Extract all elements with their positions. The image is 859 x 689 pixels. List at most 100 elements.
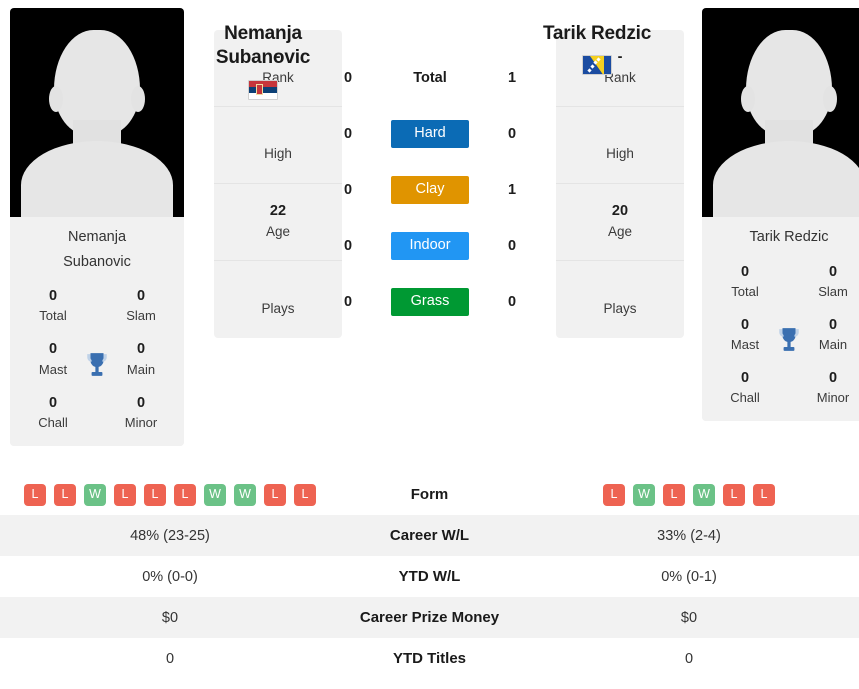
avatar-ear-left-icon (741, 86, 755, 112)
form-badge-l[interactable]: L (24, 483, 46, 506)
titles-row: 0 Chall 0 Minor (702, 368, 859, 407)
surface-left-count: 0 (343, 238, 353, 254)
info-value: 22 (269, 203, 287, 220)
career-prize-money-right: $0 (680, 609, 698, 626)
info-label: Plays (603, 300, 637, 316)
title-stat-label: Chall (38, 414, 68, 430)
form-badge-l[interactable]: L (264, 483, 286, 506)
surface-badge-indoor[interactable]: Indoor (391, 232, 469, 260)
player-card-left[interactable]: Nemanja Subanovic 0 Total 0 Slam 0 Mast … (10, 8, 184, 446)
career-prize-money-left: $0 (161, 609, 179, 626)
info-cell-plays: Plays (556, 261, 684, 338)
player-card-right[interactable]: Tarik Redzic 0 Total 0 Slam 0 Mast 0 Mai… (702, 8, 859, 422)
form-badge-l[interactable]: L (114, 483, 136, 506)
row-label-ytd-wl: YTD W/L (398, 568, 461, 585)
info-cell-high: High (556, 107, 684, 184)
surface-left-count: 0 (343, 294, 353, 310)
surface-right-count: 0 (507, 294, 517, 310)
surface-row-indoor: 0 Indoor 0 (335, 218, 525, 274)
title-stat-value: 0 (828, 316, 838, 333)
title-stat-value: 0 (740, 263, 750, 280)
info-label: High (606, 146, 634, 162)
title-stat-value: 0 (740, 370, 750, 387)
info-cell-age: 20 Age (556, 184, 684, 261)
ytd-titles-left: 0 (165, 650, 175, 667)
form-badge-l[interactable]: L (144, 483, 166, 506)
info-value (560, 126, 680, 143)
surface-badge-grass[interactable]: Grass (391, 288, 469, 316)
surface-titles-column: 0 Total 1 0 Hard 0 0 Clay 1 0 Indoor 0 0… (335, 50, 525, 330)
title-stat: 0 Minor (110, 393, 172, 432)
form-badge-w[interactable]: W (204, 483, 226, 506)
form-badge-w[interactable]: W (693, 483, 715, 506)
form-badge-l[interactable]: L (294, 483, 316, 506)
title-stat-label: Mast (38, 361, 68, 377)
surface-left-count: 0 (343, 70, 353, 86)
form-badge-l[interactable]: L (603, 483, 625, 506)
info-value (560, 281, 680, 298)
surface-right-count: 1 (507, 182, 517, 198)
ytd-titles-right: 0 (684, 650, 694, 667)
title-stat: 0 Slam (110, 286, 172, 325)
player-info-panel-right: - Rank High 20 Age Plays (556, 30, 684, 338)
ytd-wl-right: 0% (0-1) (661, 568, 717, 585)
surface-left-count: 0 (343, 182, 353, 198)
career-wl-right: 33% (2-4) (657, 527, 721, 544)
comparison-table: LLWLLLWWLL Form LWLWLL 48% (23-25) Caree… (0, 474, 859, 679)
avatar-shoulders-icon (21, 141, 173, 217)
trophy-icon (87, 353, 107, 376)
title-stat-value: 0 (136, 288, 146, 305)
title-stat: 0 Total (714, 262, 776, 301)
form-badge-w[interactable]: W (633, 483, 655, 506)
form-badge-l[interactable]: L (753, 483, 775, 506)
title-stat-value: 0 (48, 394, 58, 411)
table-row-career-wl: 48% (23-25) Career W/L 33% (2-4) (0, 515, 859, 556)
title-stat: 0 Main (110, 339, 172, 378)
surface-badge-hard[interactable]: Hard (391, 120, 469, 148)
form-badge-l[interactable]: L (723, 483, 745, 506)
info-label: Age (265, 223, 291, 239)
surface-row-hard: 0 Hard 0 (335, 106, 525, 162)
info-label: Age (607, 223, 633, 239)
table-row-form: LLWLLLWWLL Form LWLWLL (0, 474, 859, 515)
title-stat-value: 0 (828, 370, 838, 387)
table-row-ytd-wl: 0% (0-0) YTD W/L 0% (0-1) (0, 556, 859, 597)
title-stat-value: 0 (740, 316, 750, 333)
surface-badge-clay[interactable]: Clay (391, 176, 469, 204)
form-badge-w[interactable]: W (84, 483, 106, 506)
photo-caption-line1: Tarik Redzic (749, 229, 829, 245)
form-badge-l[interactable]: L (663, 483, 685, 506)
title-stat-label: Slam (818, 283, 848, 299)
player-name-header-right: Tarik Redzic (522, 22, 672, 76)
form-badge-l[interactable]: L (174, 483, 196, 506)
form-cell-left: LLWLLLWWLL (0, 474, 340, 515)
title-stat-value: 0 (828, 263, 838, 280)
avatar-ear-right-icon (131, 86, 145, 112)
trophy-icon (779, 328, 799, 352)
title-stat: 0 Chall (714, 368, 776, 407)
form-cell-right: LWLWLL (519, 474, 859, 515)
row-label-career-wl: Career W/L (389, 527, 470, 544)
title-stat-label: Chall (730, 390, 760, 406)
bosnia-herzegovina-flag-icon (582, 55, 612, 76)
form-badge-l[interactable]: L (54, 483, 76, 506)
info-value: 20 (611, 203, 629, 220)
surface-right-count: 0 (507, 126, 517, 142)
photo-caption-line1: Nemanja (67, 229, 127, 245)
avatar-ear-left-icon (49, 86, 63, 112)
form-badges-left: LLWLLLWWLL (10, 483, 330, 506)
surface-left-count: 0 (343, 126, 353, 142)
title-stat-label: Total (39, 308, 67, 324)
title-stat-label: Minor (816, 390, 850, 406)
form-badges-right: LWLWLL (529, 483, 849, 506)
info-cell-high: High (214, 107, 342, 184)
title-stat-value: 0 (136, 394, 146, 411)
surface-right-count: 0 (507, 238, 517, 254)
ytd-wl-left: 0% (0-0) (142, 568, 198, 585)
form-badge-w[interactable]: W (234, 483, 256, 506)
info-label: Plays (261, 300, 295, 316)
title-stat: 0 Slam (802, 262, 859, 301)
title-stat-label: Slam (126, 308, 156, 324)
title-stat-label: Total (731, 283, 759, 299)
surface-row-grass: 0 Grass 0 (335, 274, 525, 330)
